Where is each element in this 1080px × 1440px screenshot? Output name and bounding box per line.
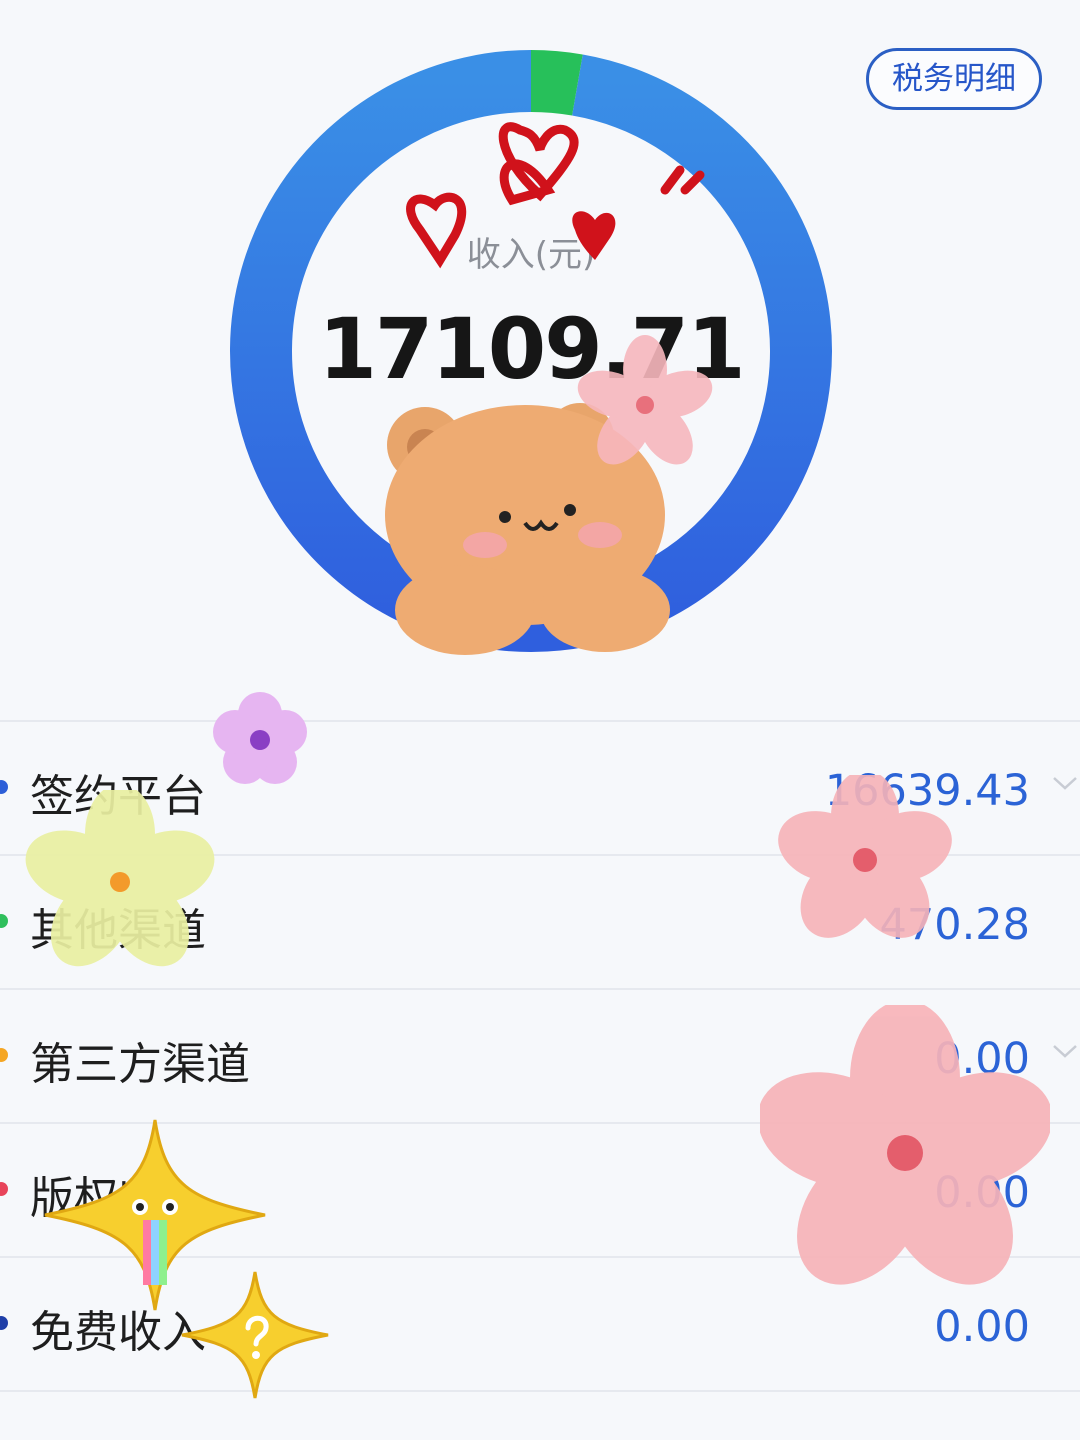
row-label: 免费收入 [30, 1307, 206, 1358]
row-value: 0.00 [934, 1302, 1030, 1352]
row-label: 版权收入 [30, 1173, 206, 1224]
chevron-down-icon[interactable] [1050, 1036, 1080, 1066]
income-page: 税务明细 收入(元) 17109.71 签约平台 16639.43 其他渠道 4… [0, 0, 1080, 1440]
income-row-free[interactable]: 免费收入 0.00 [0, 1258, 1080, 1390]
income-row-other-channels[interactable]: 其他渠道 470.28 [0, 856, 1080, 988]
total-income-value: 17109.71 [318, 300, 745, 398]
other-channels-dot [0, 914, 8, 928]
free-income-dot [0, 1316, 8, 1330]
divider [0, 1390, 1080, 1392]
income-breakdown-list: 签约平台 16639.43 其他渠道 470.28 第三方渠道 0.00 版权收… [0, 720, 1080, 1392]
total-income-label: 收入(元) [466, 235, 596, 275]
copyright-dot [0, 1182, 8, 1196]
row-value: 470.28 [879, 900, 1030, 950]
row-value: 0.00 [934, 1034, 1030, 1084]
income-row-copyright[interactable]: 版权收入 0.00 [0, 1124, 1080, 1256]
tax-detail-button[interactable]: 税务明细 [866, 48, 1042, 110]
row-value: 16639.43 [824, 766, 1030, 816]
row-label: 第三方渠道 [30, 1039, 250, 1090]
donut-slice-2 [530, 50, 583, 116]
third-party-dot [0, 1048, 8, 1062]
row-label: 其他渠道 [30, 905, 206, 956]
contract-platform-dot [0, 780, 8, 794]
chevron-down-icon[interactable] [1050, 768, 1080, 798]
row-value: 0.00 [934, 1168, 1030, 1218]
income-row-contract-platform[interactable]: 签约平台 16639.43 [0, 722, 1080, 854]
income-donut-chart: 收入(元) 17109.71 [225, 45, 837, 657]
row-label: 签约平台 [30, 771, 206, 822]
income-row-third-party[interactable]: 第三方渠道 0.00 [0, 990, 1080, 1122]
